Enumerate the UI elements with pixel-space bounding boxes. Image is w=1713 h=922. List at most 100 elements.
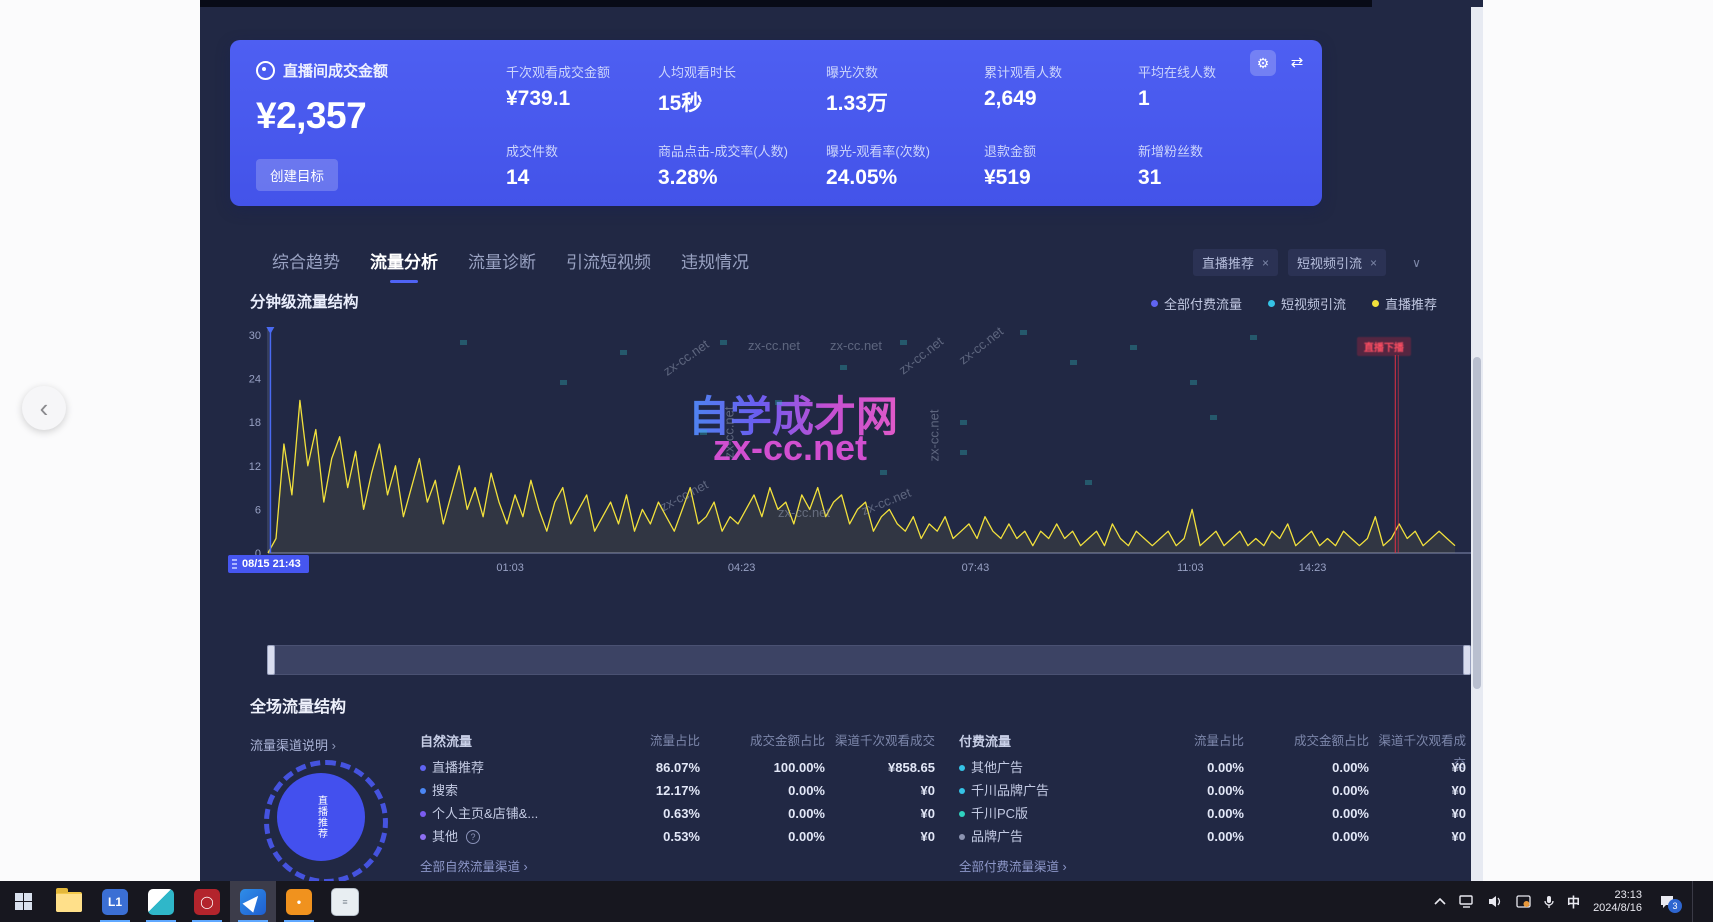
traffic-cell-value: 0.63% — [595, 802, 700, 825]
chart-legend: 全部付费流量 短视频引流 直播推荐 — [1151, 294, 1437, 313]
taskbar-app-orange-icon[interactable]: • — [276, 881, 322, 922]
traffic-row-name: 其他 — [420, 825, 595, 848]
tray-clock[interactable]: 23:13 2024/8/16 — [1593, 889, 1642, 915]
table-column-header: 成交金额占比 — [700, 730, 825, 756]
svg-text:24: 24 — [249, 374, 261, 386]
tray-chevron-up-icon[interactable] — [1434, 898, 1446, 906]
channel-label: 搜索 — [432, 779, 458, 802]
legend-item[interactable]: 全部付费流量 — [1151, 294, 1242, 313]
tab-流量诊断[interactable]: 流量诊断 — [468, 248, 536, 283]
traffic-cell-value: 0.00% — [1244, 825, 1369, 848]
svg-text:14:23: 14:23 — [1299, 562, 1327, 574]
tab-违规情况[interactable]: 违规情况 — [681, 248, 749, 283]
tab-综合趋势[interactable]: 综合趋势 — [272, 248, 340, 283]
tray-network-icon[interactable] — [1459, 895, 1475, 908]
table-column-header: 流量占比 — [595, 730, 700, 756]
video-artifact — [1210, 415, 1217, 420]
filter-tag[interactable]: 直播推荐× — [1193, 249, 1278, 276]
channel-dot — [959, 834, 965, 840]
main-metric-title: 直播间成交金额 — [256, 60, 388, 81]
traffic-row-name: 千川PC版 — [959, 802, 1144, 825]
channel-label: 千川品牌广告 — [971, 779, 1049, 802]
legend-dot — [1372, 300, 1379, 307]
metric-label: 人均观看时长 — [658, 62, 826, 81]
traffic-cell-value: 86.07% — [595, 756, 700, 779]
main-metric-value: ¥2,357 — [256, 95, 388, 137]
minute-flow-chart[interactable]: 061218243001:0304:2307:4311:0314:23 自学成才… — [240, 325, 1480, 580]
svg-text:04:23: 04:23 — [728, 562, 756, 574]
range-slider-right-handle[interactable] — [1463, 645, 1471, 675]
action-center-icon[interactable]: 3 — [1659, 895, 1675, 909]
tag-close-icon[interactable]: × — [1370, 256, 1377, 270]
back-arrow-button[interactable]: ‹ — [22, 386, 66, 430]
filter-dropdown-caret-icon[interactable]: ∨ — [1412, 256, 1421, 270]
channel-label: 品牌广告 — [971, 825, 1023, 848]
show-desktop-button[interactable] — [1692, 881, 1699, 922]
metric-value: 1.33万 — [826, 87, 984, 117]
video-artifact — [960, 450, 967, 455]
metric-cell: 成交件数 14 — [506, 141, 658, 190]
taskbar-app-notepad-icon[interactable]: ≡ — [322, 881, 368, 922]
metric-label: 成交件数 — [506, 141, 658, 160]
traffic-donut-chart[interactable]: 直播推荐 — [277, 773, 365, 861]
traffic-cell-value: 0.00% — [1144, 779, 1244, 802]
metrics-grid: 千次观看成交金额¥739.1人均观看时长15秒曝光次数1.33万累计观看人数2,… — [506, 62, 1260, 190]
table-column-header: 成交金额占比 — [1244, 730, 1369, 756]
video-artifact — [1130, 345, 1137, 350]
tray-microphone-icon[interactable] — [1544, 895, 1554, 909]
taskbar-app-pointer-icon-active[interactable] — [230, 881, 276, 922]
traffic-cell-value: ¥0 — [1369, 802, 1466, 825]
table-column-header: 流量占比 — [1144, 730, 1244, 756]
tab-引流短视频[interactable]: 引流短视频 — [566, 248, 651, 283]
all-channels-link[interactable]: 全部付费流量渠道 — [959, 856, 1466, 879]
traffic-cell-value: 0.00% — [1244, 756, 1369, 779]
chart-section-title: 分钟级流量结构 — [250, 290, 359, 312]
metric-value: ¥519 — [984, 166, 1138, 190]
metric-value: 14 — [506, 166, 658, 190]
legend-item[interactable]: 短视频引流 — [1268, 294, 1346, 313]
metric-value: 24.05% — [826, 166, 984, 190]
taskbar-app-teal-icon[interactable] — [138, 881, 184, 922]
channel-label: 直播推荐 — [432, 756, 484, 779]
channel-dot — [420, 765, 426, 771]
all-channels-link[interactable]: 全部自然流量渠道 — [420, 856, 935, 879]
channel-dot — [420, 834, 426, 840]
taskbar-app-blue-icon[interactable]: L1 — [92, 881, 138, 922]
traffic-cell-value: 0.00% — [1144, 756, 1244, 779]
tray-speaker-icon[interactable] — [1488, 895, 1503, 908]
tag-close-icon[interactable]: × — [1262, 256, 1269, 270]
chart-start-time-label: 08/15 21:43 — [228, 555, 309, 573]
swap-metrics-icon[interactable]: ⇄ — [1284, 50, 1310, 76]
page-scrollbar[interactable] — [1471, 7, 1483, 881]
file-explorer-icon[interactable] — [46, 881, 92, 922]
traffic-cell-value: 0.00% — [700, 825, 825, 848]
tray-snip-tool-icon[interactable] — [1516, 895, 1531, 908]
settings-gear-icon[interactable]: ⚙ — [1250, 50, 1276, 76]
dashboard-window: 直播间成交金额 ¥2,357 创建目标 千次观看成交金额¥739.1人均观看时长… — [200, 0, 1483, 881]
tab-流量分析[interactable]: 流量分析 — [370, 248, 438, 283]
metric-label: 商品点击-成交率(人数) — [658, 141, 826, 160]
video-artifact — [700, 430, 707, 435]
filter-tag[interactable]: 短视频引流× — [1288, 249, 1386, 276]
video-artifact — [1070, 360, 1077, 365]
info-icon[interactable] — [466, 830, 480, 844]
chart-range-slider[interactable] — [268, 645, 1470, 675]
channel-dot — [420, 811, 426, 817]
metric-cell: 曝光次数1.33万 — [826, 62, 984, 117]
taskbar-app-red-icon[interactable]: ◯ — [184, 881, 230, 922]
metric-value: 3.28% — [658, 166, 826, 190]
channel-dot — [959, 765, 965, 771]
metric-value: ¥739.1 — [506, 87, 658, 111]
range-slider-left-handle[interactable] — [267, 645, 275, 675]
legend-item[interactable]: 直播推荐 — [1372, 294, 1437, 313]
start-button[interactable] — [0, 881, 46, 922]
video-artifact — [1020, 330, 1027, 335]
traffic-row-name: 品牌广告 — [959, 825, 1144, 848]
overview-panel: 直播间成交金额 ¥2,357 创建目标 千次观看成交金额¥739.1人均观看时长… — [230, 40, 1322, 206]
tray-ime-indicator[interactable]: 中 — [1567, 892, 1580, 911]
channel-explain-link[interactable]: 流量渠道说明 — [250, 735, 336, 754]
traffic-cell-value: ¥0 — [1369, 825, 1466, 848]
create-goal-button[interactable]: 创建目标 — [256, 159, 338, 191]
natural-traffic-table: 自然流量流量占比成交金额占比渠道千次观看成交直播推荐86.07%100.00%¥… — [420, 730, 935, 879]
traffic-row-name: 千川品牌广告 — [959, 779, 1144, 802]
